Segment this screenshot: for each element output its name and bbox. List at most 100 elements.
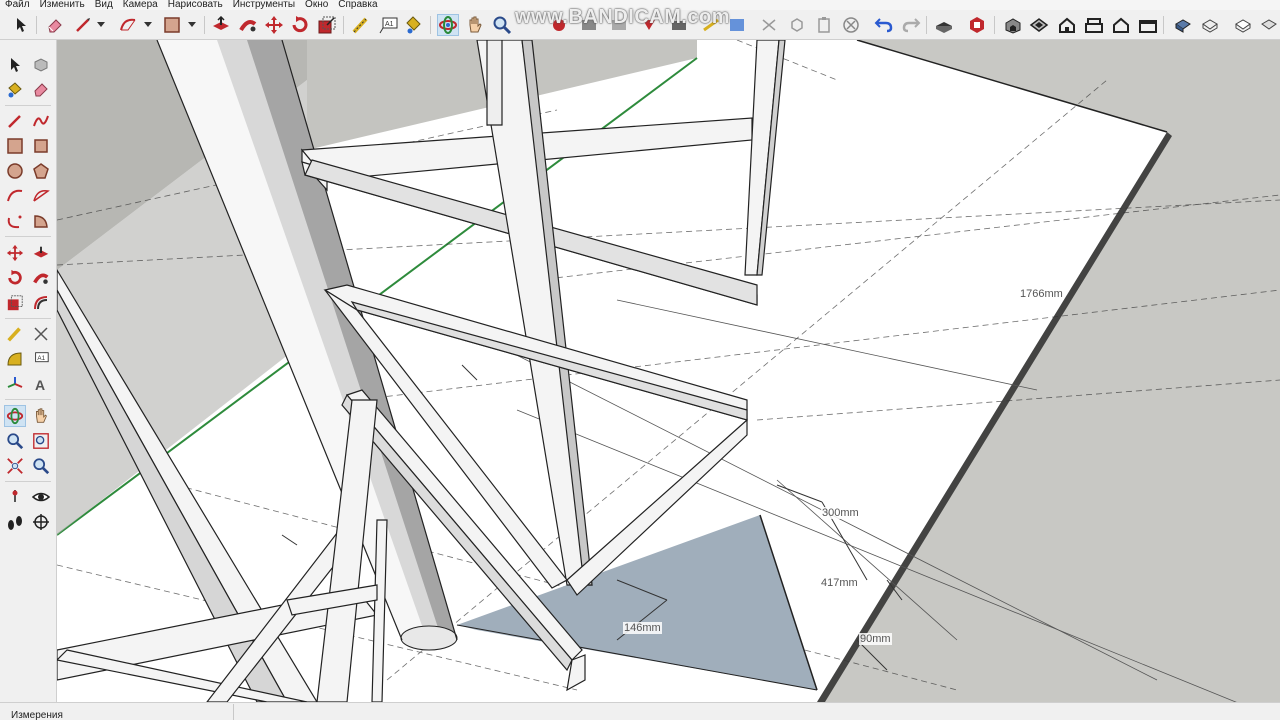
move-icon[interactable] xyxy=(4,242,26,264)
zoom-window-icon[interactable] xyxy=(30,430,52,452)
main-toolbar: A1 xyxy=(0,10,1280,40)
right-view-icon[interactable] xyxy=(1083,14,1105,36)
pan-icon[interactable] xyxy=(30,405,52,427)
rotate-icon[interactable] xyxy=(4,267,26,289)
scale-icon[interactable] xyxy=(4,292,26,314)
zoom-icon[interactable] xyxy=(4,430,26,452)
undo-icon[interactable] xyxy=(873,14,895,36)
text-tool-icon[interactable]: A1 xyxy=(378,14,400,36)
rotated-rectangle-icon[interactable] xyxy=(30,135,52,157)
3d-text-icon[interactable]: A xyxy=(30,373,52,395)
eraser-icon[interactable] xyxy=(30,79,52,101)
walk-tool-icon[interactable] xyxy=(700,14,722,36)
push-pull-icon[interactable] xyxy=(30,242,52,264)
rectangle-tool-icon[interactable] xyxy=(161,14,183,36)
scale-tool-icon[interactable] xyxy=(316,14,338,36)
dimension-label-146: 146mm xyxy=(623,622,662,634)
protractor-icon[interactable] xyxy=(4,348,26,370)
follow-me-icon[interactable] xyxy=(30,267,52,289)
pan-tool-icon[interactable] xyxy=(464,14,486,36)
menu-draw[interactable]: Нарисовать xyxy=(163,0,228,10)
camera-tool-icon-4[interactable] xyxy=(638,14,660,36)
front-view-icon[interactable] xyxy=(1056,14,1078,36)
move-tool-icon[interactable] xyxy=(263,14,285,36)
rectangle-icon[interactable] xyxy=(4,135,26,157)
line-tool-icon[interactable] xyxy=(72,14,94,36)
position-camera-icon[interactable] xyxy=(4,486,26,508)
camera-tool-icon-2[interactable] xyxy=(578,14,600,36)
status-bar: Измерения xyxy=(0,702,1280,720)
model-viewport[interactable]: 1766mm 300mm 417mm 146mm 90mm xyxy=(57,40,1280,702)
select-tool-icon[interactable] xyxy=(4,54,26,76)
axes-icon[interactable] xyxy=(4,373,26,395)
section-plane-icon[interactable] xyxy=(30,511,52,533)
walk-icon[interactable] xyxy=(4,511,26,533)
redo-icon[interactable] xyxy=(900,14,922,36)
make-component-icon[interactable] xyxy=(30,54,52,76)
zoom-tool-icon[interactable] xyxy=(491,14,513,36)
menu-tools[interactable]: Инструменты xyxy=(228,0,300,10)
menu-view[interactable]: Вид xyxy=(90,0,118,10)
left-view-icon[interactable] xyxy=(1137,14,1159,36)
previous-view-icon[interactable] xyxy=(30,455,52,477)
select-tool-icon[interactable] xyxy=(11,14,33,36)
menu-window[interactable]: Окно xyxy=(300,0,333,10)
iso-view-icon[interactable] xyxy=(1002,14,1024,36)
paint-bucket-tool-icon[interactable] xyxy=(402,14,424,36)
shaded-style-icon[interactable] xyxy=(1258,14,1280,36)
dimension-label-417: 417mm xyxy=(820,577,859,589)
line-icon[interactable] xyxy=(4,110,26,132)
orbit-icon[interactable] xyxy=(4,405,26,427)
dimension-tool-icon[interactable] xyxy=(758,14,780,36)
menu-file[interactable]: Файл xyxy=(0,0,35,10)
warehouse-icon[interactable] xyxy=(933,14,955,36)
clipboard-icon[interactable] xyxy=(813,14,835,36)
zoom-extents-icon[interactable] xyxy=(4,455,26,477)
orbit-tool-icon[interactable] xyxy=(437,14,459,36)
dimension-label-1766: 1766mm xyxy=(1019,288,1064,300)
tape-measure-icon[interactable] xyxy=(4,323,26,345)
push-pull-tool-icon[interactable] xyxy=(210,14,232,36)
extension-warehouse-icon[interactable] xyxy=(966,14,988,36)
hidden-line-style-icon[interactable] xyxy=(1232,14,1254,36)
menu-help[interactable]: Справка xyxy=(333,0,382,10)
arc-icon[interactable] xyxy=(4,185,26,207)
tape-measure-tool-icon[interactable] xyxy=(350,14,372,36)
svg-text:A1: A1 xyxy=(385,21,394,28)
dimension-icon[interactable] xyxy=(30,323,52,345)
paint-bucket-icon[interactable] xyxy=(4,79,26,101)
section-tool-icon[interactable] xyxy=(726,14,748,36)
text-icon[interactable]: A1 xyxy=(30,348,52,370)
circle-icon[interactable] xyxy=(4,160,26,182)
delete-icon[interactable] xyxy=(840,14,862,36)
eraser-tool-icon[interactable] xyxy=(44,14,66,36)
component-tool-icon[interactable] xyxy=(786,14,808,36)
line-dropdown-chevron-icon[interactable] xyxy=(94,14,108,36)
measurements-input[interactable] xyxy=(233,704,234,720)
camera-tool-icon-1[interactable] xyxy=(548,14,570,36)
dimension-label-90: 90mm xyxy=(859,633,892,645)
offset-icon[interactable] xyxy=(30,292,52,314)
measurements-label: Измерения xyxy=(11,710,63,720)
svg-text:A: A xyxy=(35,377,45,393)
sketchup-window: Файл Изменить Вид Камера Нарисовать Инст… xyxy=(0,0,1280,720)
follow-me-tool-icon[interactable] xyxy=(237,14,259,36)
look-around-icon[interactable] xyxy=(30,486,52,508)
menu-camera[interactable]: Камера xyxy=(118,0,163,10)
rotate-tool-icon[interactable] xyxy=(289,14,311,36)
arc-tool-icon[interactable] xyxy=(117,14,139,36)
freehand-icon[interactable] xyxy=(30,110,52,132)
polygon-icon[interactable] xyxy=(30,160,52,182)
menu-edit[interactable]: Изменить xyxy=(35,0,90,10)
xray-style-icon[interactable] xyxy=(1172,14,1194,36)
shape-dropdown-chevron-icon[interactable] xyxy=(185,14,199,36)
arc-dropdown-chevron-icon[interactable] xyxy=(141,14,155,36)
camera-tool-icon-5[interactable] xyxy=(668,14,690,36)
camera-tool-icon-3[interactable] xyxy=(608,14,630,36)
pie-icon[interactable] xyxy=(30,210,52,232)
three-point-arc-icon[interactable] xyxy=(4,210,26,232)
top-view-icon[interactable] xyxy=(1028,14,1050,36)
two-point-arc-icon[interactable] xyxy=(30,185,52,207)
back-view-icon[interactable] xyxy=(1110,14,1132,36)
wireframe-style-icon[interactable] xyxy=(1199,14,1221,36)
